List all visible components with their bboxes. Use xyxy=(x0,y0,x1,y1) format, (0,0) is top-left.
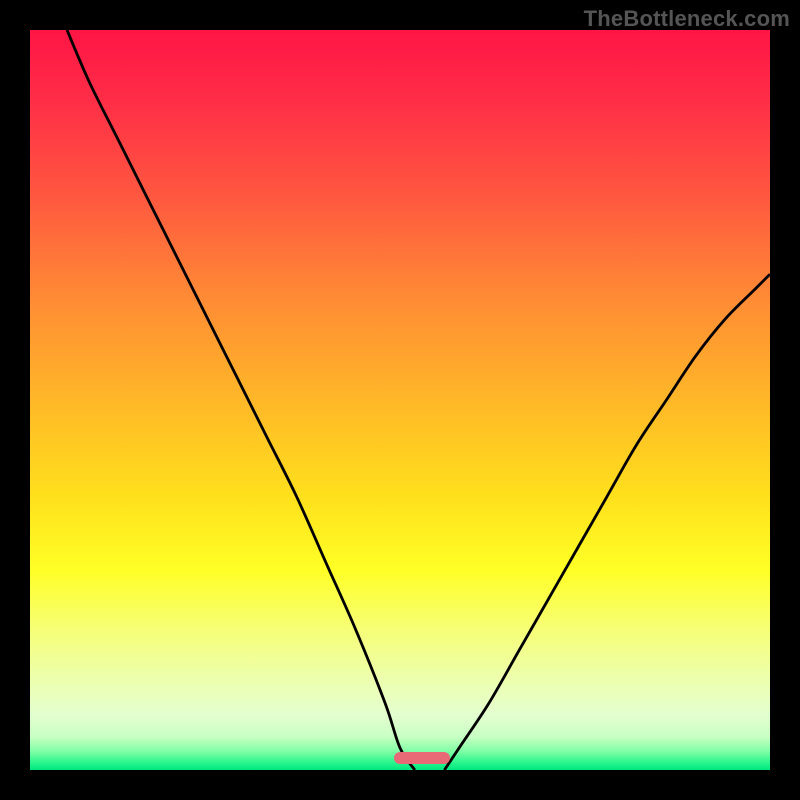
watermark-text: TheBottleneck.com xyxy=(584,6,790,32)
bottleneck-curve xyxy=(30,30,770,770)
curve-right xyxy=(444,274,770,770)
plot-area xyxy=(30,30,770,770)
chart-frame: TheBottleneck.com xyxy=(0,0,800,800)
curve-left xyxy=(67,30,415,770)
optimal-marker xyxy=(394,752,450,764)
